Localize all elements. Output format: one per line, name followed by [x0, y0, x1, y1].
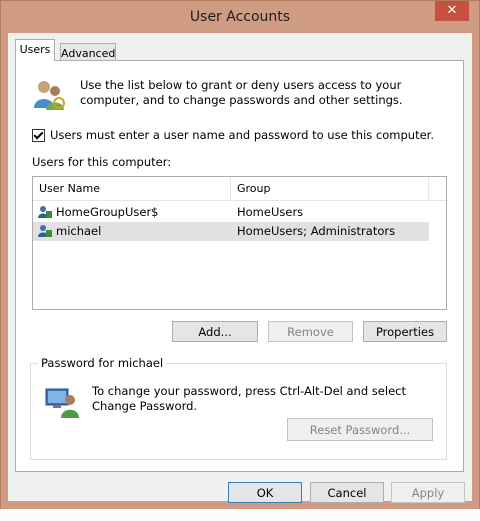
- column-header-user-name[interactable]: User Name: [33, 177, 231, 200]
- users-icon: [34, 81, 65, 110]
- window-title: User Accounts: [189, 9, 291, 25]
- column-header-group[interactable]: Group: [231, 177, 429, 200]
- intro-text: Use the list below to grant or deny user…: [80, 78, 403, 107]
- user-group-cell: HomeUsers: [237, 205, 304, 219]
- properties-button[interactable]: Properties: [363, 321, 447, 342]
- user-list[interactable]: User Name Group HomeGroupUser$ HomeUsers: [32, 176, 447, 310]
- require-password-row[interactable]: Users must enter a user name and passwor…: [32, 128, 434, 142]
- apply-button[interactable]: Apply: [391, 482, 465, 503]
- user-name-cell: HomeGroupUser$: [56, 205, 159, 219]
- add-user-button[interactable]: Add...: [172, 321, 258, 342]
- user-accounts-window: User Accounts ✕ Users Advanced Use the l…: [0, 0, 480, 510]
- user-group-cell: HomeUsers; Administrators: [237, 224, 396, 238]
- password-instructions: To change your password, press Ctrl-Alt-…: [92, 384, 406, 413]
- require-password-label: Users must enter a user name and passwor…: [50, 128, 435, 142]
- background-page-edge: [0, 509, 480, 521]
- user-row-selected[interactable]: michael HomeUsers; Administrators: [33, 222, 429, 241]
- users-list-label: Users for this computer:: [32, 155, 172, 169]
- title-bar[interactable]: User Accounts ✕: [1, 1, 479, 33]
- close-button[interactable]: ✕: [435, 1, 469, 21]
- ok-button[interactable]: OK: [228, 482, 302, 503]
- tab-users[interactable]: Users: [15, 39, 55, 61]
- reset-password-button[interactable]: Reset Password...: [287, 418, 433, 441]
- close-icon: ✕: [446, 3, 458, 18]
- user-name-cell: michael: [56, 224, 102, 238]
- user-icon: [38, 225, 52, 237]
- cancel-button[interactable]: Cancel: [310, 482, 384, 503]
- password-group-title: Password for michael: [38, 356, 167, 370]
- user-icon: [38, 206, 52, 218]
- computer-user-icon: [45, 388, 79, 418]
- user-list-header: User Name Group: [33, 177, 446, 201]
- dialog-client-area: Users Advanced Use the list below to gra…: [8, 33, 472, 503]
- require-password-checkbox[interactable]: [32, 128, 45, 142]
- remove-user-button[interactable]: Remove: [268, 321, 353, 342]
- user-row[interactable]: HomeGroupUser$ HomeUsers: [33, 203, 429, 222]
